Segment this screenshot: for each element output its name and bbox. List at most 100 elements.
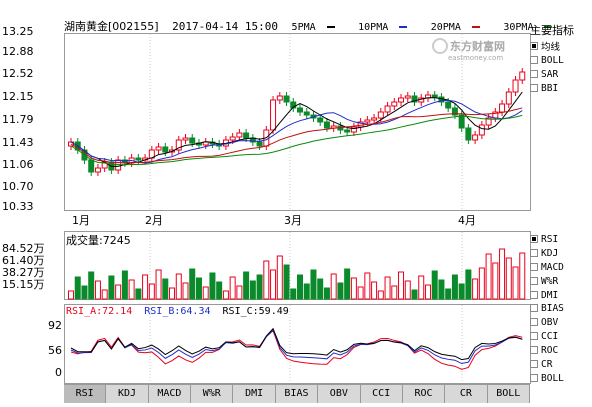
checkbox-icon — [530, 332, 538, 340]
volume-bar — [418, 275, 425, 300]
volume-bar — [209, 272, 216, 300]
month-label-apr: 4月 — [458, 214, 476, 227]
candle-body — [465, 127, 472, 141]
month-label-jan: 1月 — [72, 214, 90, 227]
tab-rsi[interactable]: RSI — [64, 385, 107, 403]
volume-bar — [243, 271, 250, 300]
main-indicator-title: 主要指标 — [530, 24, 574, 37]
volume-bar — [512, 266, 519, 300]
candle-body — [371, 117, 378, 121]
candle-body — [398, 97, 405, 103]
month-label-feb: 2月 — [145, 214, 163, 227]
volume-bar — [128, 279, 135, 300]
indicator-boll-sub[interactable]: BOLL — [530, 371, 564, 385]
volume-bar — [74, 276, 81, 300]
kline-chart-area — [64, 33, 531, 384]
tab-cci[interactable]: CCI — [360, 385, 403, 403]
candle-body — [182, 137, 189, 141]
indicator-cci[interactable]: CCI — [530, 329, 564, 343]
volume-bar — [162, 278, 169, 300]
volume-bar — [310, 269, 317, 300]
main-indicator-panel: 主要指标 均线 BOLL SAR BBI — [530, 22, 574, 95]
volume-bar — [377, 290, 384, 300]
volume-bar — [189, 268, 196, 300]
indicator-ma[interactable]: 均线 — [530, 39, 574, 53]
indicator-sar[interactable]: SAR — [530, 67, 574, 81]
volume-bar — [350, 277, 357, 300]
rsi-tick: 0 — [55, 366, 62, 379]
checkbox-icon — [530, 249, 538, 257]
candle-body — [384, 105, 391, 113]
candle-body — [283, 95, 290, 103]
candle-body — [519, 71, 526, 81]
candle-body — [162, 146, 169, 153]
volume-bar — [303, 283, 310, 300]
tab-wr[interactable]: W%R — [191, 385, 234, 403]
candle-body — [472, 134, 479, 141]
volume-bar — [424, 284, 431, 300]
indicator-boll[interactable]: BOLL — [530, 53, 574, 67]
indicator-dmi[interactable]: DMI — [530, 288, 564, 302]
volume-bar — [404, 280, 411, 300]
tab-kdj[interactable]: KDJ — [106, 385, 149, 403]
rsi-c-value: RSI_C:59.49 — [222, 306, 289, 317]
candle-body — [505, 91, 512, 105]
candle-body — [256, 141, 263, 147]
indicator-rsi[interactable]: RSI — [530, 232, 564, 246]
vol-indicator-panel: RSI KDJ MACD W%R DMI — [530, 232, 564, 302]
volume-bar — [499, 248, 506, 300]
checkbox-icon — [530, 346, 538, 354]
checkbox-icon — [530, 70, 538, 78]
volume-bar — [216, 281, 223, 300]
checkbox-icon — [530, 235, 538, 243]
volume-bar — [121, 270, 128, 300]
tab-dmi[interactable]: DMI — [233, 385, 276, 403]
volume-bar — [337, 282, 344, 300]
candle-body — [229, 136, 236, 141]
volume-bar — [175, 273, 182, 300]
candle-body — [499, 103, 506, 113]
tab-cr[interactable]: CR — [445, 385, 488, 403]
sub-indicator-panel: BIAS OBV CCI ROC CR BOLL — [530, 301, 564, 385]
indicator-cr[interactable]: CR — [530, 357, 564, 371]
volume-bar — [451, 274, 458, 300]
volume-bar — [505, 257, 512, 300]
volume-bar — [398, 271, 405, 300]
volume-bar — [283, 264, 290, 300]
volume-bar — [411, 289, 418, 300]
candle-body — [344, 129, 351, 133]
candle-body — [236, 132, 243, 138]
indicator-bbi[interactable]: BBI — [530, 81, 574, 95]
checkbox-icon — [530, 291, 538, 299]
candle-body — [445, 101, 452, 109]
volume-bar — [101, 289, 108, 300]
month-label-mar: 3月 — [284, 214, 302, 227]
volume-bar — [135, 288, 142, 300]
volume-bar — [465, 269, 472, 300]
tab-roc[interactable]: ROC — [402, 385, 446, 403]
tab-macd[interactable]: MACD — [148, 385, 192, 403]
volume-bar — [438, 279, 445, 300]
indicator-obv[interactable]: OBV — [530, 315, 564, 329]
volume-bar — [155, 269, 162, 300]
tab-obv[interactable]: OBV — [318, 385, 361, 403]
indicator-roc[interactable]: ROC — [530, 343, 564, 357]
volume-bar — [202, 286, 209, 300]
volume-bar — [263, 260, 270, 300]
volume-bar — [431, 270, 438, 300]
candle-body — [94, 167, 101, 173]
rsi-a-value: RSI_A:72.14 — [66, 306, 133, 317]
candle-body — [377, 111, 384, 119]
tab-boll[interactable]: BOLL — [487, 385, 530, 403]
candle-body — [303, 111, 310, 116]
candle-body — [458, 114, 465, 129]
rsi-legend: RSI_A:72.14 RSI_B:64.34 RSI_C:59.49 — [66, 306, 289, 317]
indicator-wr[interactable]: W%R — [530, 274, 564, 288]
checkbox-icon — [530, 304, 538, 312]
indicator-kdj[interactable]: KDJ — [530, 246, 564, 260]
volume-bar — [68, 290, 74, 300]
tab-bias[interactable]: BIAS — [275, 385, 319, 403]
volume-bar — [249, 280, 256, 300]
indicator-bias[interactable]: BIAS — [530, 301, 564, 315]
indicator-macd[interactable]: MACD — [530, 260, 564, 274]
